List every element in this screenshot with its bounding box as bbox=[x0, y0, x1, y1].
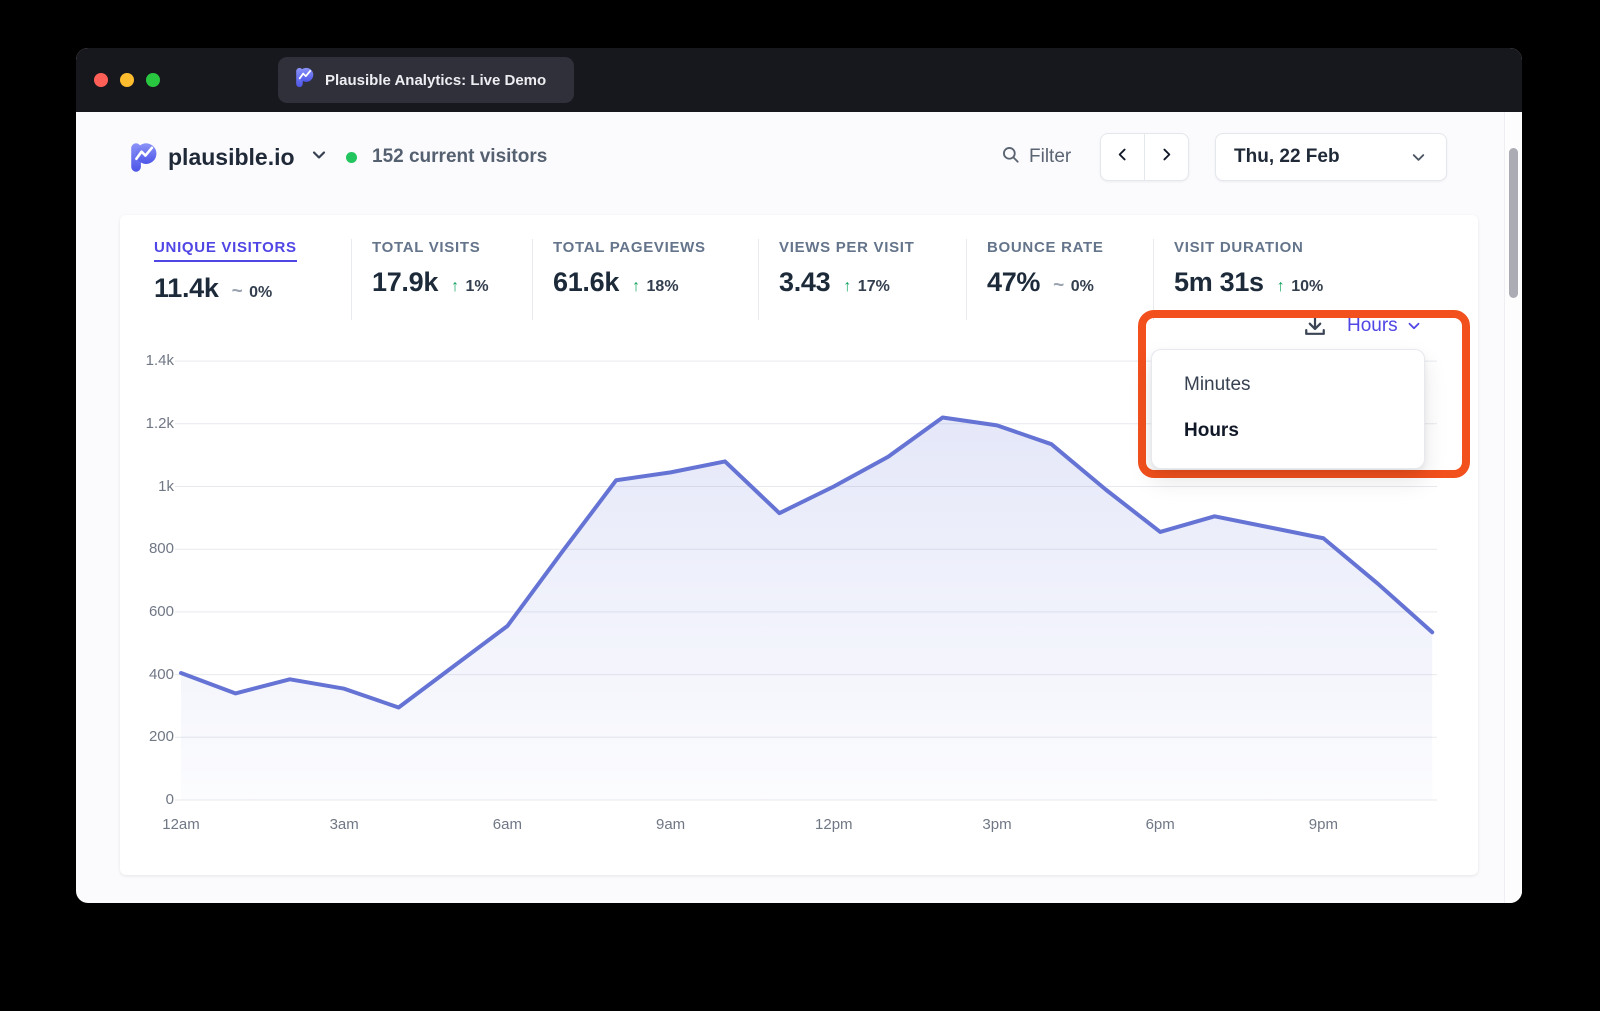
stat-item-total-pageviews[interactable]: TOTAL PAGEVIEWS 61.6k ↑ 18% bbox=[533, 239, 759, 320]
chevron-right-icon bbox=[1158, 146, 1175, 168]
scrollbar-thumb[interactable] bbox=[1509, 148, 1518, 298]
stat-item-unique-visitors[interactable]: UNIQUE VISITORS 11.4k ~ 0% bbox=[154, 239, 352, 320]
stat-label: TOTAL VISITS bbox=[372, 239, 532, 256]
chrome-bar: Plausible Analytics: Live Demo bbox=[76, 48, 1522, 112]
current-visitors[interactable]: 152 current visitors bbox=[346, 133, 547, 181]
x-axis-label: 3pm bbox=[962, 816, 1032, 833]
chevron-down-icon bbox=[1409, 148, 1428, 167]
download-button[interactable] bbox=[1301, 312, 1329, 340]
x-axis-label: 6pm bbox=[1125, 816, 1195, 833]
x-axis-label: 9pm bbox=[1288, 816, 1358, 833]
stat-label: VIEWS PER VISIT bbox=[779, 239, 966, 256]
traffic-light-minimize-button[interactable] bbox=[120, 73, 134, 87]
x-axis-label: 12am bbox=[146, 816, 216, 833]
download-icon bbox=[1301, 312, 1329, 340]
next-date-button[interactable] bbox=[1145, 134, 1188, 180]
x-axis-label: 3am bbox=[309, 816, 379, 833]
stat-value: 47% bbox=[987, 267, 1040, 298]
menu-item-minutes[interactable]: Minutes bbox=[1152, 362, 1424, 408]
trend-flat-icon: ~ bbox=[232, 281, 243, 302]
menu-item-hours[interactable]: Hours bbox=[1152, 408, 1424, 454]
y-axis-label: 200 bbox=[116, 727, 174, 747]
y-axis-label: 1.4k bbox=[116, 351, 174, 371]
date-label: Thu, 22 Feb bbox=[1234, 146, 1340, 168]
stat-change: ↑ 1% bbox=[451, 278, 489, 296]
y-axis-label: 800 bbox=[116, 539, 174, 559]
site-name: plausible.io bbox=[168, 144, 295, 171]
trend-up-icon: ↑ bbox=[1277, 278, 1285, 295]
trend-up-icon: ↑ bbox=[451, 278, 459, 295]
date-nav-group bbox=[1100, 133, 1189, 181]
stat-value: 11.4k bbox=[154, 273, 219, 304]
trend-flat-icon: ~ bbox=[1053, 275, 1064, 296]
filter-label: Filter bbox=[1029, 146, 1071, 168]
stat-value: 61.6k bbox=[553, 267, 619, 298]
plausible-favicon-icon bbox=[294, 67, 315, 93]
interval-label: Hours bbox=[1347, 315, 1398, 337]
site-chevron-down-icon bbox=[309, 145, 329, 170]
x-axis-label: 9am bbox=[636, 816, 706, 833]
y-axis-label: 1k bbox=[116, 477, 174, 497]
search-icon bbox=[1001, 145, 1021, 170]
plausible-logo-icon bbox=[128, 142, 159, 173]
browser-window: Plausible Analytics: Live Demo plausible… bbox=[76, 48, 1522, 903]
y-axis-label: 1.2k bbox=[116, 414, 174, 434]
stat-value: 5m 31s bbox=[1174, 267, 1264, 298]
y-axis-label: 600 bbox=[116, 602, 174, 622]
interval-chevron-down-icon bbox=[1405, 317, 1423, 335]
chevron-left-icon bbox=[1114, 146, 1131, 168]
filter-button[interactable]: Filter bbox=[1001, 133, 1071, 181]
tab-title: Plausible Analytics: Live Demo bbox=[325, 72, 546, 89]
stat-change: ~ 0% bbox=[232, 281, 273, 303]
stat-label: TOTAL PAGEVIEWS bbox=[553, 239, 758, 256]
stat-change: ↑ 10% bbox=[1277, 278, 1323, 296]
x-axis-label: 6am bbox=[472, 816, 542, 833]
stat-item-bounce-rate[interactable]: BOUNCE RATE 47% ~ 0% bbox=[967, 239, 1154, 320]
stat-label: VISIT DURATION bbox=[1174, 239, 1444, 256]
stat-item-views-per-visit[interactable]: VIEWS PER VISIT 3.43 ↑ 17% bbox=[759, 239, 967, 320]
traffic-light-zoom-button[interactable] bbox=[146, 73, 160, 87]
stat-label: BOUNCE RATE bbox=[987, 239, 1153, 256]
site-switcher[interactable]: plausible.io bbox=[128, 133, 329, 181]
stat-value: 17.9k bbox=[372, 267, 438, 298]
prev-date-button[interactable] bbox=[1101, 134, 1145, 180]
stat-value: 3.43 bbox=[779, 267, 830, 298]
interval-selector[interactable]: Hours bbox=[1347, 312, 1423, 340]
x-axis-label: 12pm bbox=[799, 816, 869, 833]
trend-up-icon: ↑ bbox=[632, 278, 640, 295]
y-axis-label: 0 bbox=[116, 790, 174, 810]
stat-item-visit-duration[interactable]: VISIT DURATION 5m 31s ↑ 10% bbox=[1154, 239, 1444, 320]
browser-tab[interactable]: Plausible Analytics: Live Demo bbox=[278, 57, 574, 103]
stat-change: ↑ 17% bbox=[843, 278, 889, 296]
date-picker[interactable]: Thu, 22 Feb bbox=[1215, 133, 1447, 181]
traffic-light-close-button[interactable] bbox=[94, 73, 108, 87]
trend-up-icon: ↑ bbox=[843, 278, 851, 295]
stat-change: ~ 0% bbox=[1053, 275, 1094, 297]
interval-menu: MinutesHours bbox=[1151, 349, 1425, 469]
scrollbar-track[interactable] bbox=[1504, 112, 1522, 903]
y-axis-label: 400 bbox=[116, 665, 174, 685]
stat-label: UNIQUE VISITORS bbox=[154, 239, 297, 262]
stat-item-total-visits[interactable]: TOTAL VISITS 17.9k ↑ 1% bbox=[352, 239, 533, 320]
current-visitors-label: 152 current visitors bbox=[372, 146, 547, 168]
stat-change: ↑ 18% bbox=[632, 278, 678, 296]
chart-area bbox=[181, 418, 1432, 800]
stats-row: UNIQUE VISITORS 11.4k ~ 0% TOTAL VISITS 17.9… bbox=[120, 215, 1478, 320]
live-indicator-dot bbox=[346, 152, 357, 163]
